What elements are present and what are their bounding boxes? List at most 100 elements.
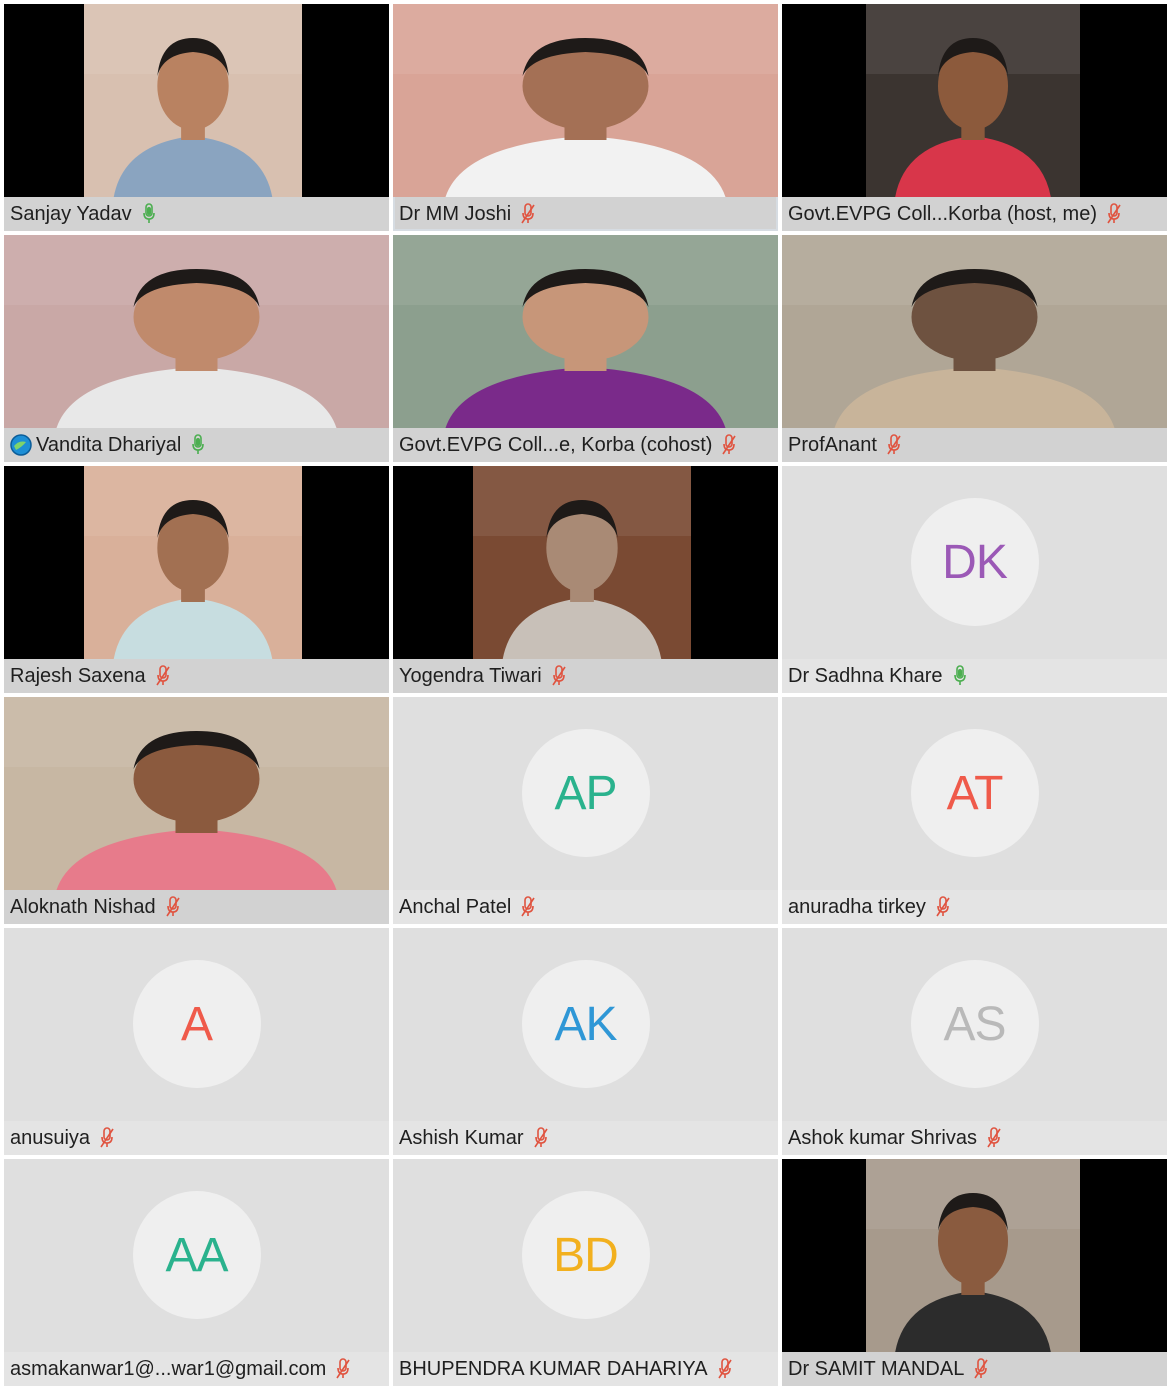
participant-video	[84, 4, 302, 197]
participant-video	[473, 466, 691, 659]
mic-muted-icon	[987, 1127, 1001, 1149]
video-feed-image	[393, 4, 778, 197]
mic-on-icon	[953, 665, 967, 687]
participant-name: anuradha tirkey	[788, 895, 926, 918]
participant-tile[interactable]: Vandita Dhariyal	[4, 235, 389, 462]
mic-muted-icon	[936, 896, 950, 918]
participant-name: Dr SAMIT MANDAL	[788, 1357, 965, 1380]
participant-name: ProfAnant	[788, 433, 877, 456]
participant-tile[interactable]: Govt.EVPG Coll...Korba (host, me)	[782, 4, 1167, 231]
participant-video	[866, 4, 1080, 197]
participant-avatar: A	[132, 960, 261, 1088]
participant-name-bar: Ashish Kumar	[393, 1121, 778, 1155]
mic-on-icon	[142, 203, 156, 225]
mic-muted-icon	[552, 665, 566, 687]
participant-tile[interactable]: Dr MM Joshi	[393, 4, 778, 231]
participant-name-bar: Vandita Dhariyal	[4, 428, 389, 462]
participant-name: Sanjay Yadav	[10, 202, 132, 225]
participant-tile[interactable]: Sanjay Yadav	[4, 4, 389, 231]
participant-tile[interactable]: Govt.EVPG Coll...e, Korba (cohost)	[393, 235, 778, 462]
participant-tile[interactable]: BD BHUPENDRA KUMAR DAHARIYA	[393, 1159, 778, 1386]
participant-name-bar: asmakanwar1@...war1@gmail.com	[4, 1352, 389, 1386]
participant-tile[interactable]: AS Ashok kumar Shrivas	[782, 928, 1167, 1155]
video-feed-image	[866, 4, 1080, 197]
participant-name-bar: Anchal Patel	[393, 890, 778, 924]
participant-name-bar: Rajesh Saxena	[4, 659, 389, 693]
participant-name: Aloknath Nishad	[10, 895, 156, 918]
participant-video	[393, 4, 778, 197]
participant-avatar: AK	[521, 960, 650, 1088]
participant-name: Ashok kumar Shrivas	[788, 1126, 977, 1149]
mic-muted-icon	[521, 896, 535, 918]
participant-name: Ashish Kumar	[399, 1126, 524, 1149]
participant-name-bar: Dr SAMIT MANDAL	[782, 1352, 1167, 1386]
participant-name-bar: Dr Sadhna Khare	[782, 659, 1167, 693]
participant-name-bar: Govt.EVPG Coll...e, Korba (cohost)	[393, 428, 778, 462]
participant-name-bar: anusuiya	[4, 1121, 389, 1155]
participant-tile[interactable]: Yogendra Tiwari	[393, 466, 778, 693]
participant-tile[interactable]: Rajesh Saxena	[4, 466, 389, 693]
mic-muted-icon	[100, 1127, 114, 1149]
participant-avatar: AA	[132, 1191, 261, 1319]
mic-muted-icon	[717, 1358, 732, 1380]
participant-avatar: AS	[910, 960, 1039, 1088]
participant-name-bar: Ashok kumar Shrivas	[782, 1121, 1167, 1155]
participant-name: BHUPENDRA KUMAR DAHARIYA	[399, 1357, 708, 1380]
mic-muted-icon	[722, 434, 737, 456]
participant-video	[84, 466, 302, 659]
participant-tile[interactable]: AT anuradha tirkey	[782, 697, 1167, 924]
participant-tile[interactable]: Dr SAMIT MANDAL	[782, 1159, 1167, 1386]
mic-muted-icon	[521, 203, 535, 225]
video-feed-image	[4, 697, 389, 890]
video-feed-image	[393, 235, 778, 428]
video-feed-image	[782, 235, 1167, 428]
participant-avatar: AT	[910, 729, 1039, 857]
mic-muted-icon	[974, 1358, 988, 1380]
mic-on-icon	[191, 434, 205, 456]
participant-tile[interactable]: DK Dr Sadhna Khare	[782, 466, 1167, 693]
participant-tile[interactable]: AK Ashish Kumar	[393, 928, 778, 1155]
participant-tile[interactable]: AP Anchal Patel	[393, 697, 778, 924]
mic-muted-icon	[533, 1127, 548, 1149]
participant-name: Dr Sadhna Khare	[788, 664, 943, 687]
participant-name-bar: Dr MM Joshi	[393, 197, 778, 231]
participant-name: Dr MM Joshi	[399, 202, 512, 225]
globe-icon	[10, 434, 32, 456]
participant-avatar: BD	[521, 1191, 650, 1319]
mic-muted-icon	[887, 434, 901, 456]
participant-name-bar: anuradha tirkey	[782, 890, 1167, 924]
video-feed-image	[4, 235, 389, 428]
participant-name-bar: ProfAnant	[782, 428, 1167, 462]
participant-name: anusuiya	[10, 1126, 91, 1149]
participant-video	[4, 697, 389, 890]
participant-tile[interactable]: Aanusuiya	[4, 928, 389, 1155]
participant-tile[interactable]: Aloknath Nishad	[4, 697, 389, 924]
participant-name: asmakanwar1@...war1@gmail.com	[10, 1357, 327, 1380]
participant-name: Yogendra Tiwari	[399, 664, 542, 687]
participant-video	[393, 235, 778, 428]
participant-video	[866, 1159, 1080, 1352]
participant-grid: Sanjay Yadav Dr MM Joshi Govt.EVPG Coll...…	[4, 4, 1167, 1386]
participant-name: Govt.EVPG Coll...Korba (host, me)	[788, 202, 1097, 225]
participant-name-bar: Yogendra Tiwari	[393, 659, 778, 693]
video-feed-image	[866, 1159, 1080, 1352]
participant-avatar: AP	[521, 729, 650, 857]
participant-avatar: DK	[910, 498, 1039, 626]
participant-tile[interactable]: AA asmakanwar1@...war1@gmail.com	[4, 1159, 389, 1386]
mic-muted-icon	[1107, 203, 1121, 225]
participant-name-bar: BHUPENDRA KUMAR DAHARIYA	[393, 1352, 778, 1386]
video-feed-image	[84, 466, 302, 659]
participant-name: Rajesh Saxena	[10, 664, 146, 687]
video-feed-image	[84, 4, 302, 197]
participant-tile[interactable]: ProfAnant	[782, 235, 1167, 462]
participant-name: Anchal Patel	[399, 895, 512, 918]
mic-muted-icon	[336, 1358, 350, 1380]
participant-video	[4, 235, 389, 428]
mic-muted-icon	[155, 665, 170, 687]
participant-name-bar: Govt.EVPG Coll...Korba (host, me)	[782, 197, 1167, 231]
participant-name: Govt.EVPG Coll...e, Korba (cohost)	[399, 433, 713, 456]
participant-name-bar: Aloknath Nishad	[4, 890, 389, 924]
participant-name: Vandita Dhariyal	[36, 433, 182, 456]
participant-video	[782, 235, 1167, 428]
video-feed-image	[473, 466, 691, 659]
